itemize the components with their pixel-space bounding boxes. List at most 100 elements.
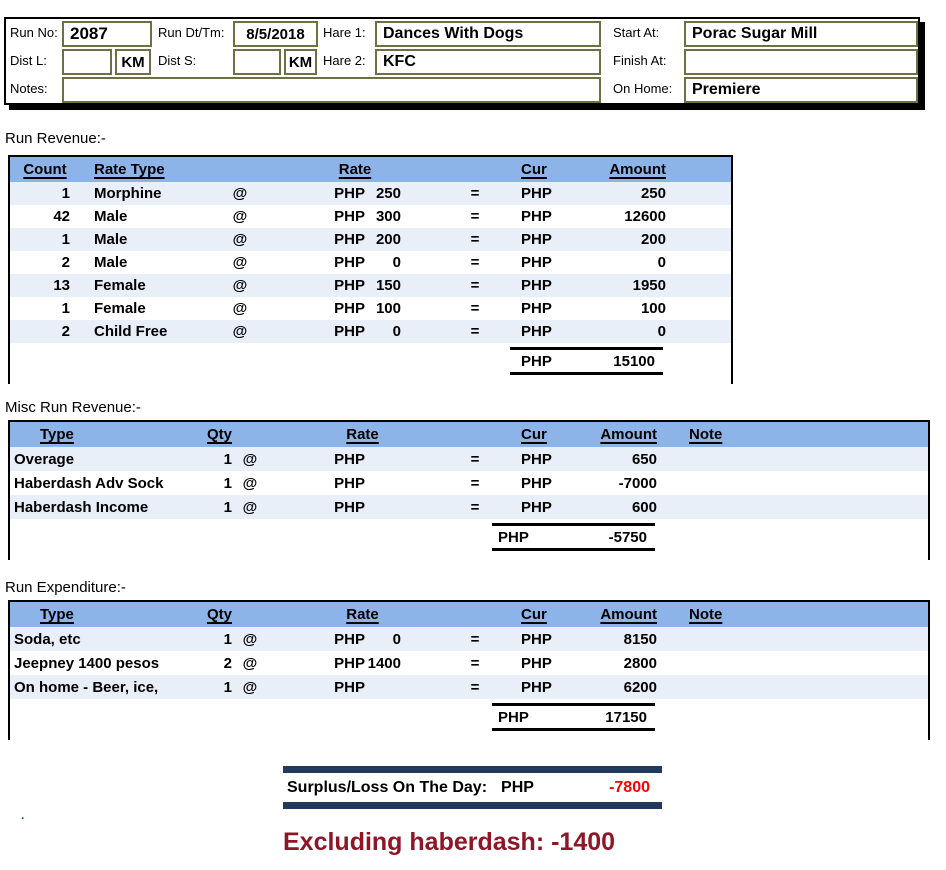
run-report-page: Run No: 2087 Run Dt/Tm: 8/5/2018 Hare 1:…	[0, 0, 946, 870]
count-value: 2	[10, 323, 80, 340]
run-dt-field[interactable]: 8/5/2018	[233, 21, 318, 47]
dist-l-label: Dist L:	[10, 53, 47, 68]
header-qty: Qty	[195, 426, 240, 443]
excluding-haberdash-text: Excluding haberdash: -1400	[283, 828, 615, 857]
hare2-field[interactable]: KFC	[375, 49, 601, 75]
run-dt-label: Run Dt/Tm:	[158, 25, 224, 40]
rate-type-value: Child Free	[80, 323, 215, 340]
qty-value: 2	[195, 655, 240, 672]
header-qty: Qty	[195, 606, 240, 623]
misc-revenue-header-row: Type Qty Rate Cur Amount Note	[10, 422, 928, 447]
start-at-label: Start At:	[613, 25, 659, 40]
surplus-top-bar	[283, 766, 662, 773]
qty-value: 1	[195, 679, 240, 696]
rate-value: 1400	[365, 655, 405, 672]
header-amount: Amount	[580, 606, 685, 623]
misc-revenue-total: PHP -5750	[492, 523, 655, 551]
total-currency: PHP	[498, 529, 529, 546]
rate-type-value: Male	[80, 231, 215, 248]
at-symbol: @	[240, 655, 280, 672]
cur-value: PHP	[515, 475, 580, 492]
run-expenditure-table: Type Qty Rate Cur Amount Note Soda, etc …	[8, 600, 930, 740]
run-no-label: Run No:	[10, 25, 58, 40]
at-symbol: @	[215, 277, 265, 294]
hare1-label: Hare 1:	[323, 25, 366, 40]
hare1-field[interactable]: Dances With Dogs	[375, 21, 601, 47]
dist-l-km-unit: KM	[115, 49, 151, 75]
equals-symbol: =	[405, 499, 515, 516]
at-symbol: @	[240, 451, 280, 468]
dist-s-field[interactable]	[233, 49, 281, 75]
header-rate: Rate	[280, 426, 405, 443]
currency-label: PHP	[265, 231, 365, 248]
rate-value: 0	[365, 323, 405, 340]
amount-value: 8150	[580, 631, 685, 648]
equals-symbol: =	[405, 631, 515, 648]
amount-value: 6200	[580, 679, 685, 696]
notes-field[interactable]	[62, 77, 601, 103]
at-symbol: @	[240, 475, 280, 492]
table-row: Haberdash Income 1 @ PHP = PHP 600	[10, 495, 928, 519]
type-value: Overage	[10, 451, 195, 468]
surplus-currency: PHP	[501, 779, 534, 797]
equals-symbol: =	[405, 231, 515, 248]
rate-value: 0	[365, 254, 405, 271]
type-value: Soda, etc	[10, 631, 195, 648]
finish-at-label: Finish At:	[613, 53, 666, 68]
on-home-field[interactable]: Premiere	[684, 77, 918, 103]
header-type: Type	[10, 606, 195, 623]
equals-symbol: =	[405, 323, 515, 340]
count-value: 1	[10, 300, 80, 317]
equals-symbol: =	[405, 475, 515, 492]
table-row: Soda, etc 1 @ PHP 0 = PHP 8150	[10, 627, 928, 651]
equals-symbol: =	[405, 254, 515, 271]
cur-value: PHP	[515, 277, 575, 294]
rate-value: 250	[365, 185, 405, 202]
at-symbol: @	[215, 185, 265, 202]
currency-label: PHP	[280, 655, 365, 672]
table-row: 1 Male @ PHP 200 = PHP 200	[10, 228, 731, 251]
surplus-value: -7800	[609, 779, 662, 797]
run-revenue-header-row: Count Rate Type Rate Cur Amount	[10, 157, 731, 182]
at-symbol: @	[215, 300, 265, 317]
type-value: Haberdash Income	[10, 499, 195, 516]
run-header-form: Run No: 2087 Run Dt/Tm: 8/5/2018 Hare 1:…	[4, 17, 920, 105]
dist-s-label: Dist S:	[158, 53, 196, 68]
rate-type-value: Male	[80, 254, 215, 271]
at-symbol: @	[215, 254, 265, 271]
run-expenditure-total: PHP 17150	[492, 703, 655, 731]
count-value: 1	[10, 231, 80, 248]
type-value: Haberdash Adv Sock	[10, 475, 195, 492]
amount-value: 200	[575, 231, 680, 248]
run-expenditure-title: Run Expenditure:-	[5, 579, 126, 596]
cur-value: PHP	[515, 451, 580, 468]
cur-value: PHP	[515, 208, 575, 225]
count-value: 42	[10, 208, 80, 225]
table-row: 1 Female @ PHP 100 = PHP 100	[10, 297, 731, 320]
total-amount: -5750	[609, 529, 647, 546]
cur-value: PHP	[515, 655, 580, 672]
cur-value: PHP	[515, 231, 575, 248]
table-row: 1 Morphine @ PHP 250 = PHP 250	[10, 182, 731, 205]
currency-label: PHP	[280, 679, 365, 696]
rate-type-value: Male	[80, 208, 215, 225]
cur-value: PHP	[515, 631, 580, 648]
finish-at-field[interactable]	[684, 49, 918, 75]
currency-label: PHP	[280, 475, 365, 492]
run-revenue-table: Count Rate Type Rate Cur Amount 1 Morphi…	[8, 155, 733, 384]
on-home-label: On Home:	[613, 81, 672, 96]
rate-value: 150	[365, 277, 405, 294]
run-no-field[interactable]: 2087	[62, 21, 152, 47]
cur-value: PHP	[515, 254, 575, 271]
equals-symbol: =	[405, 277, 515, 294]
table-row: Overage 1 @ PHP = PHP 650	[10, 447, 928, 471]
cur-value: PHP	[515, 679, 580, 696]
amount-value: 250	[575, 185, 680, 202]
type-value: Jeepney 1400 pesos	[10, 655, 195, 672]
qty-value: 1	[195, 451, 240, 468]
start-at-field[interactable]: Porac Sugar Mill	[684, 21, 918, 47]
rate-value: 300	[365, 208, 405, 225]
run-expenditure-header-row: Type Qty Rate Cur Amount Note	[10, 602, 928, 627]
table-row: 2 Child Free @ PHP 0 = PHP 0	[10, 320, 731, 343]
dist-l-field[interactable]	[62, 49, 112, 75]
